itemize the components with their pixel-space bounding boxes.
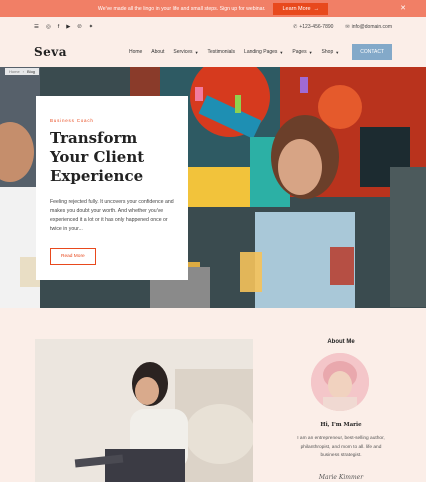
- youtube-icon[interactable]: ▶: [66, 24, 70, 30]
- avatar-image: [311, 353, 369, 411]
- author-name: Hi, I'm Marie: [320, 422, 362, 428]
- about-section: About Me Hi, I'm Marie I am an entrepren…: [0, 308, 426, 482]
- phone-link[interactable]: ✆ +123-456-7890: [293, 24, 333, 30]
- breadcrumb-current: Blog: [27, 69, 36, 74]
- top-bar: ☰ ◎ f ▶ ℗ ✦ ✆ +123-456-7890 ✉ info@domain.…: [0, 17, 426, 37]
- social-links: ☰ ◎ f ▶ ℗ ✦: [34, 24, 93, 30]
- twitter-icon[interactable]: ✦: [89, 24, 94, 30]
- instagram-icon[interactable]: ◎: [46, 24, 51, 30]
- hero-section: Home › Blog Business Coach Transform You…: [0, 67, 426, 308]
- nav-pages[interactable]: Pages ▼: [292, 49, 312, 55]
- facebook-icon[interactable]: f: [58, 24, 60, 30]
- main-nav: Home About Services ▼ Testimonials Landin…: [129, 44, 392, 60]
- nav-label: Landing Pages: [244, 49, 278, 55]
- contact-button[interactable]: CONTACT: [352, 44, 392, 60]
- close-icon[interactable]: ✕: [400, 4, 406, 12]
- author-signature: Marie Kimmer: [318, 474, 364, 481]
- breadcrumb: Home › Blog: [5, 68, 40, 75]
- phone-number: +123-456-7890: [299, 24, 334, 30]
- arrow-right-icon: →: [313, 5, 320, 12]
- email-address: info@domain.com: [351, 24, 392, 30]
- author-bio: I am an entrepreneur, best-selling autho…: [297, 436, 385, 458]
- caret-down-icon: ▼: [308, 49, 313, 55]
- author-avatar: [311, 353, 369, 411]
- breadcrumb-home[interactable]: Home: [9, 69, 20, 74]
- nav-landing-pages[interactable]: Landing Pages ▼: [244, 49, 283, 55]
- woman-writing-image: [35, 339, 253, 482]
- hero-title: Transform Your Client Experience: [50, 129, 145, 185]
- site-header: Seva Home About Services ▼ Testimonials L…: [0, 37, 426, 67]
- nav-label: Services: [173, 49, 193, 55]
- nav-label: Pages: [292, 49, 307, 55]
- pinterest-icon[interactable]: ℗: [78, 24, 82, 30]
- nav-label: Testimonials: [207, 49, 236, 55]
- nav-about[interactable]: About: [151, 49, 164, 55]
- caret-down-icon: ▼: [194, 49, 199, 55]
- nav-home[interactable]: Home: [129, 49, 142, 55]
- about-title: About Me: [327, 339, 355, 345]
- read-more-button[interactable]: Read More: [50, 248, 96, 265]
- caret-down-icon: ▼: [279, 49, 284, 55]
- email-link[interactable]: ✉ info@domain.com: [345, 24, 392, 30]
- menu-icon[interactable]: ☰: [34, 24, 39, 30]
- hero-card: Business Coach Transform Your Client Exp…: [36, 96, 188, 280]
- nav-label: About: [151, 49, 165, 55]
- caret-down-icon: ▼: [335, 49, 340, 55]
- phone-icon: ✆: [293, 24, 298, 30]
- notice-text: We've made all the lingo in your life an…: [97, 5, 266, 12]
- hero-description: Feeling rejected fully. It uncovers your…: [50, 199, 174, 232]
- breadcrumb-separator: ›: [22, 69, 25, 74]
- site-logo[interactable]: Seva: [34, 45, 67, 59]
- nav-testimonials[interactable]: Testimonials: [208, 49, 236, 55]
- hero-eyebrow: Business Coach: [50, 118, 94, 123]
- nav-shop[interactable]: Shop ▼: [322, 49, 340, 55]
- learn-more-button[interactable]: Learn More →: [273, 2, 329, 15]
- notification-bar: We've made all the lingo in your life an…: [0, 0, 426, 17]
- contact-info: ✆ +123-456-7890 ✉ info@domain.com: [293, 24, 392, 30]
- nav-label: Home: [128, 49, 143, 55]
- mail-icon: ✉: [345, 24, 350, 30]
- nav-label: Shop: [321, 49, 334, 55]
- learn-more-label: Learn More: [282, 5, 311, 12]
- nav-services[interactable]: Services ▼: [173, 49, 198, 55]
